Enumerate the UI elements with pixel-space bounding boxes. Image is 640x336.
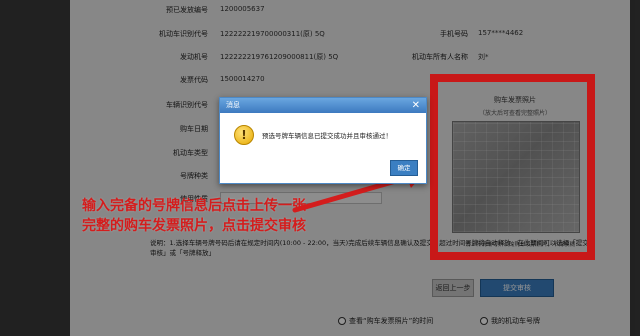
- warning-icon: !: [234, 125, 254, 145]
- close-icon[interactable]: ✕: [412, 98, 420, 113]
- ok-button[interactable]: 确定: [390, 160, 418, 176]
- dialog-message: 预选号牌车辆信息已提交成功并且审核通过！: [262, 132, 392, 140]
- highlight-box: [430, 74, 595, 260]
- dialog-title: 消息: [226, 101, 240, 109]
- dialog-header: 消息 ✕: [220, 98, 426, 113]
- message-dialog: 消息 ✕ ! 预选号牌车辆信息已提交成功并且审核通过！ 确定: [219, 97, 427, 184]
